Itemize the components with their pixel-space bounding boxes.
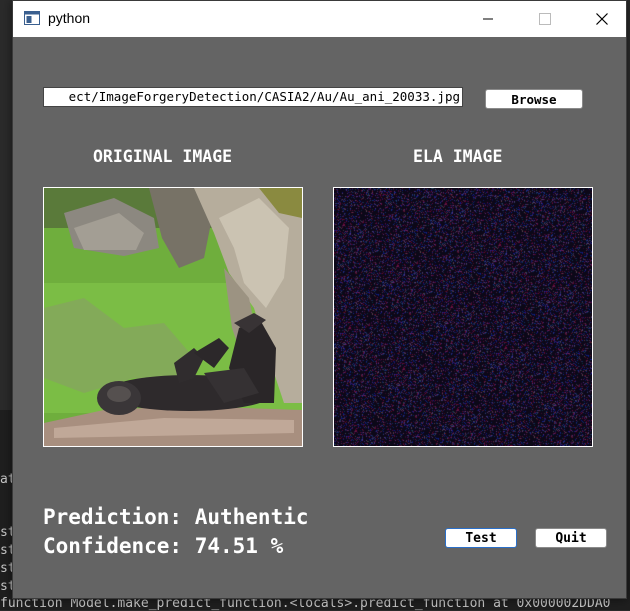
ela-noise-canvas (334, 188, 592, 446)
original-photo (44, 188, 302, 446)
minimize-button[interactable] (465, 1, 511, 37)
window-title: python (48, 10, 91, 26)
window-app-icon (24, 11, 40, 25)
confidence-text: Confidence: 74.51 % (43, 534, 284, 558)
file-path-field[interactable]: ect/ImageForgeryDetection/CASIA2/Au/Au_a… (43, 87, 463, 107)
ela-image (333, 187, 593, 447)
close-icon (596, 13, 608, 25)
minimize-icon (483, 18, 493, 20)
ela-image-heading: ELA IMAGE (413, 147, 503, 166)
original-image (43, 187, 303, 447)
browse-button[interactable]: Browse (485, 89, 583, 109)
title-bar[interactable]: python (13, 1, 626, 37)
prediction-text: Prediction: Authentic (43, 505, 309, 529)
maximize-icon (539, 13, 551, 25)
test-button[interactable]: Test (445, 528, 517, 548)
original-image-heading: ORIGINAL IMAGE (93, 147, 233, 166)
app-window: python ect/ImageForgeryDetection/CASIA2/… (12, 0, 627, 599)
maximize-button[interactable] (522, 1, 568, 37)
quit-button[interactable]: Quit (535, 528, 607, 548)
close-button[interactable] (579, 1, 625, 37)
